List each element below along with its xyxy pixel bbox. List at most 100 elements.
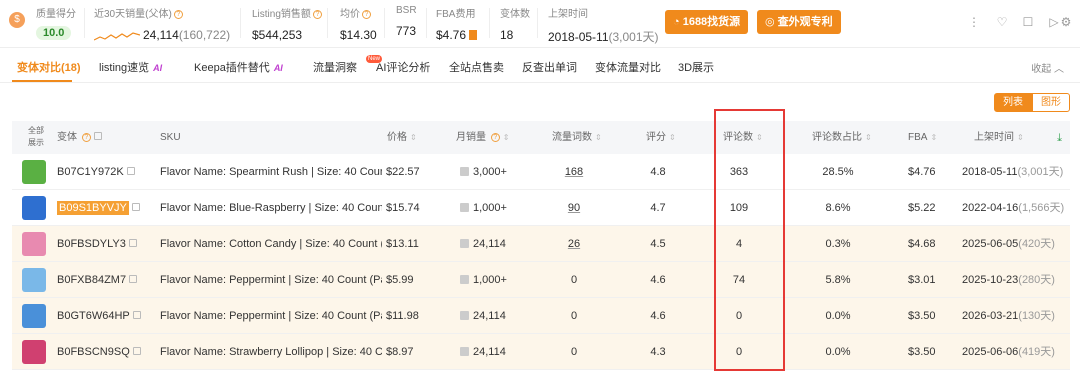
asin-cell[interactable]: B0FXB84ZM7 — [57, 262, 155, 298]
traffic-words-cell[interactable]: 168 — [543, 154, 605, 190]
product-thumbnail[interactable] — [22, 232, 46, 256]
launch-cell: 2025-06-06(419天) — [962, 346, 1055, 358]
traffic-words-cell[interactable]: 0 — [543, 262, 605, 298]
monthly-sales-cell: 24,114 — [460, 226, 540, 262]
traffic-words-cell[interactable]: 26 — [543, 226, 605, 262]
tab-variant-traffic[interactable]: 变体流量对比 — [595, 59, 661, 75]
stat-sales30: 近30天销量(父体)? 24,114(160,722) — [93, 5, 230, 42]
asin-cell[interactable]: B0FBSCN9SQ — [57, 334, 155, 370]
monthly-sales-cell: 24,114 — [460, 334, 540, 370]
table-row[interactable]: B07C1Y972K Flavor Name: Spearmint Rush | … — [12, 154, 1070, 190]
monthly-sales-cell: 24,114 — [460, 298, 540, 334]
monthly-sales-cell: 1,000+ — [460, 190, 540, 226]
favorite-icon[interactable]: ♡ — [994, 14, 1010, 30]
asin-cell[interactable]: B09S1BYVJY — [57, 190, 155, 226]
col-monthly-sales[interactable]: 月销量 ? ⇕ — [456, 121, 509, 154]
launch-cell: 2022-04-16(1,566天) — [962, 202, 1065, 214]
table-row[interactable]: B0GT6W64HP Flavor Name: Peppermint | Size… — [12, 298, 1070, 334]
sales-icon — [460, 167, 469, 176]
view-list-button[interactable]: 列表 — [994, 93, 1032, 112]
tab-all-sites[interactable]: 全站点售卖 — [449, 59, 504, 75]
brand-logo-icon: $ — [9, 12, 25, 28]
traffic-words-cell[interactable]: 0 — [543, 334, 605, 370]
score-badge: 10.0 — [36, 26, 72, 40]
more-icon[interactable]: ⋮ — [966, 14, 982, 30]
tab-variant-compare[interactable]: 变体对比(18) — [17, 59, 81, 75]
review-share-cell: 5.8% — [825, 274, 851, 286]
col-traffic-words[interactable]: 流量词数 ⇕ — [552, 121, 602, 154]
tab-bar: 变体对比(18) listing速览 AI Keepa插件替代 AI 流量洞察 Ne… — [0, 49, 1080, 83]
sparkline-icon — [93, 32, 141, 41]
price-cell: $15.74 — [386, 202, 420, 214]
find-source-button[interactable]: ◔ 1688找货源 — [665, 10, 749, 34]
launch-cell: 2025-10-23(280天) — [962, 274, 1055, 286]
help-icon[interactable]: ? — [173, 10, 183, 19]
price-cell: $11.98 — [386, 310, 419, 322]
tab-ai-review[interactable]: AI评论分析 — [376, 59, 430, 75]
fba-label: FBA费用 — [436, 9, 476, 20]
asin-cell[interactable]: B0GT6W64HP — [57, 298, 155, 334]
copy-icon[interactable] — [131, 203, 140, 211]
table-row[interactable]: B0FXB84ZM7 Flavor Name: Peppermint | Size… — [12, 262, 1070, 298]
help-icon: ? — [81, 133, 91, 142]
product-thumbnail[interactable] — [22, 160, 46, 184]
table-row[interactable]: B0FBSDYLY3 Flavor Name: Cotton Candy | Si… — [12, 226, 1070, 262]
rating-cell: 4.3 — [650, 346, 666, 358]
stat-variants: 变体数 18 — [500, 5, 530, 42]
fba-cell: $4.68 — [908, 238, 936, 250]
help-icon[interactable]: ? — [312, 10, 322, 19]
col-review-share[interactable]: 评论数占比 ⇕ — [812, 121, 872, 154]
col-rating[interactable]: 评分 ⇕ — [646, 121, 676, 154]
table-row[interactable]: B09S1BYVJY Flavor Name: Blue-Raspberry | … — [12, 190, 1070, 226]
col-price[interactable]: 价格 ⇕ — [387, 121, 417, 154]
listing-sales-value: $544,253 — [252, 28, 303, 42]
view-graph-button[interactable]: 图形 — [1032, 93, 1070, 112]
product-thumbnail[interactable] — [22, 196, 46, 220]
help-icon[interactable]: ? — [362, 10, 371, 19]
rating-cell: 4.7 — [650, 202, 666, 214]
settings-icon[interactable]: ⚙ — [1058, 14, 1074, 30]
tab-3d[interactable]: 3D展示 — [678, 59, 714, 75]
rating-cell: 4.8 — [650, 166, 666, 178]
table-row[interactable]: B0FBSCN9SQ Flavor Name: Strawberry Lollip… — [12, 334, 1070, 370]
table-header: 全部展示 变体 ? SKU 价格 ⇕ 月销量 ? ⇕ 流量词数 ⇕ 评分 ⇕ 评论数 ⇕ … — [12, 121, 1070, 154]
sales-icon — [460, 239, 469, 248]
copy-icon[interactable] — [132, 311, 141, 319]
active-tab-indicator — [12, 80, 72, 82]
col-variant[interactable]: 变体 ? — [57, 121, 102, 154]
col-launch[interactable]: 上架时间 ⇕ — [974, 121, 1024, 154]
tab-listing-overview[interactable]: listing速览 AI — [99, 59, 162, 75]
launch-cell: 2026-03-21(130天) — [962, 310, 1055, 322]
download-icon[interactable]: ⤓ — [1057, 132, 1062, 145]
tab-reverse-keywords[interactable]: 反查出单词 — [522, 59, 577, 75]
sku-cell: Flavor Name: Cotton Candy | Size: 40 Cou… — [160, 238, 382, 250]
show-all-toggle[interactable]: 全部展示 — [28, 125, 44, 149]
copy-icon[interactable] — [129, 275, 138, 283]
patent-button[interactable]: ◎ 查外观专利 — [757, 10, 841, 34]
copy-icon[interactable] — [126, 167, 135, 175]
product-thumbnail[interactable] — [22, 268, 46, 292]
calculator-icon[interactable] — [469, 30, 478, 40]
asin-cell[interactable]: B07C1Y972K — [57, 154, 155, 190]
review-share-cell: 0.3% — [825, 238, 851, 250]
tab-traffic-insight[interactable]: 流量洞察 — [313, 59, 357, 75]
tab-keepa[interactable]: Keepa插件替代 AI — [194, 59, 283, 75]
bsr-value: 773 — [396, 24, 417, 38]
price-cell: $22.57 — [386, 166, 420, 178]
traffic-words-cell[interactable]: 90 — [543, 190, 605, 226]
product-thumbnail[interactable] — [22, 304, 46, 328]
col-fba[interactable]: FBA ⇕ — [908, 121, 937, 154]
traffic-words-cell[interactable]: 0 — [543, 298, 605, 334]
copy-icon[interactable] — [132, 347, 141, 355]
sku-cell: Flavor Name: Blue-Raspberry | Size: 40 C… — [160, 202, 382, 214]
collapse-button[interactable]: 收起 ︿ — [1031, 60, 1064, 75]
product-thumbnail[interactable] — [22, 340, 46, 364]
asin-cell[interactable]: B0FBSDYLY3 — [57, 226, 155, 262]
copy-icon[interactable] — [128, 239, 137, 247]
launch-cell: 2018-05-11(3,001天) — [962, 166, 1064, 178]
price-cell: $13.11 — [386, 238, 419, 250]
message-icon[interactable]: ☐ — [1020, 14, 1036, 30]
stat-fba: FBA费用 $4.76 — [436, 5, 478, 42]
sales30-value: 24,114 — [143, 28, 179, 42]
sales-icon — [460, 347, 469, 356]
